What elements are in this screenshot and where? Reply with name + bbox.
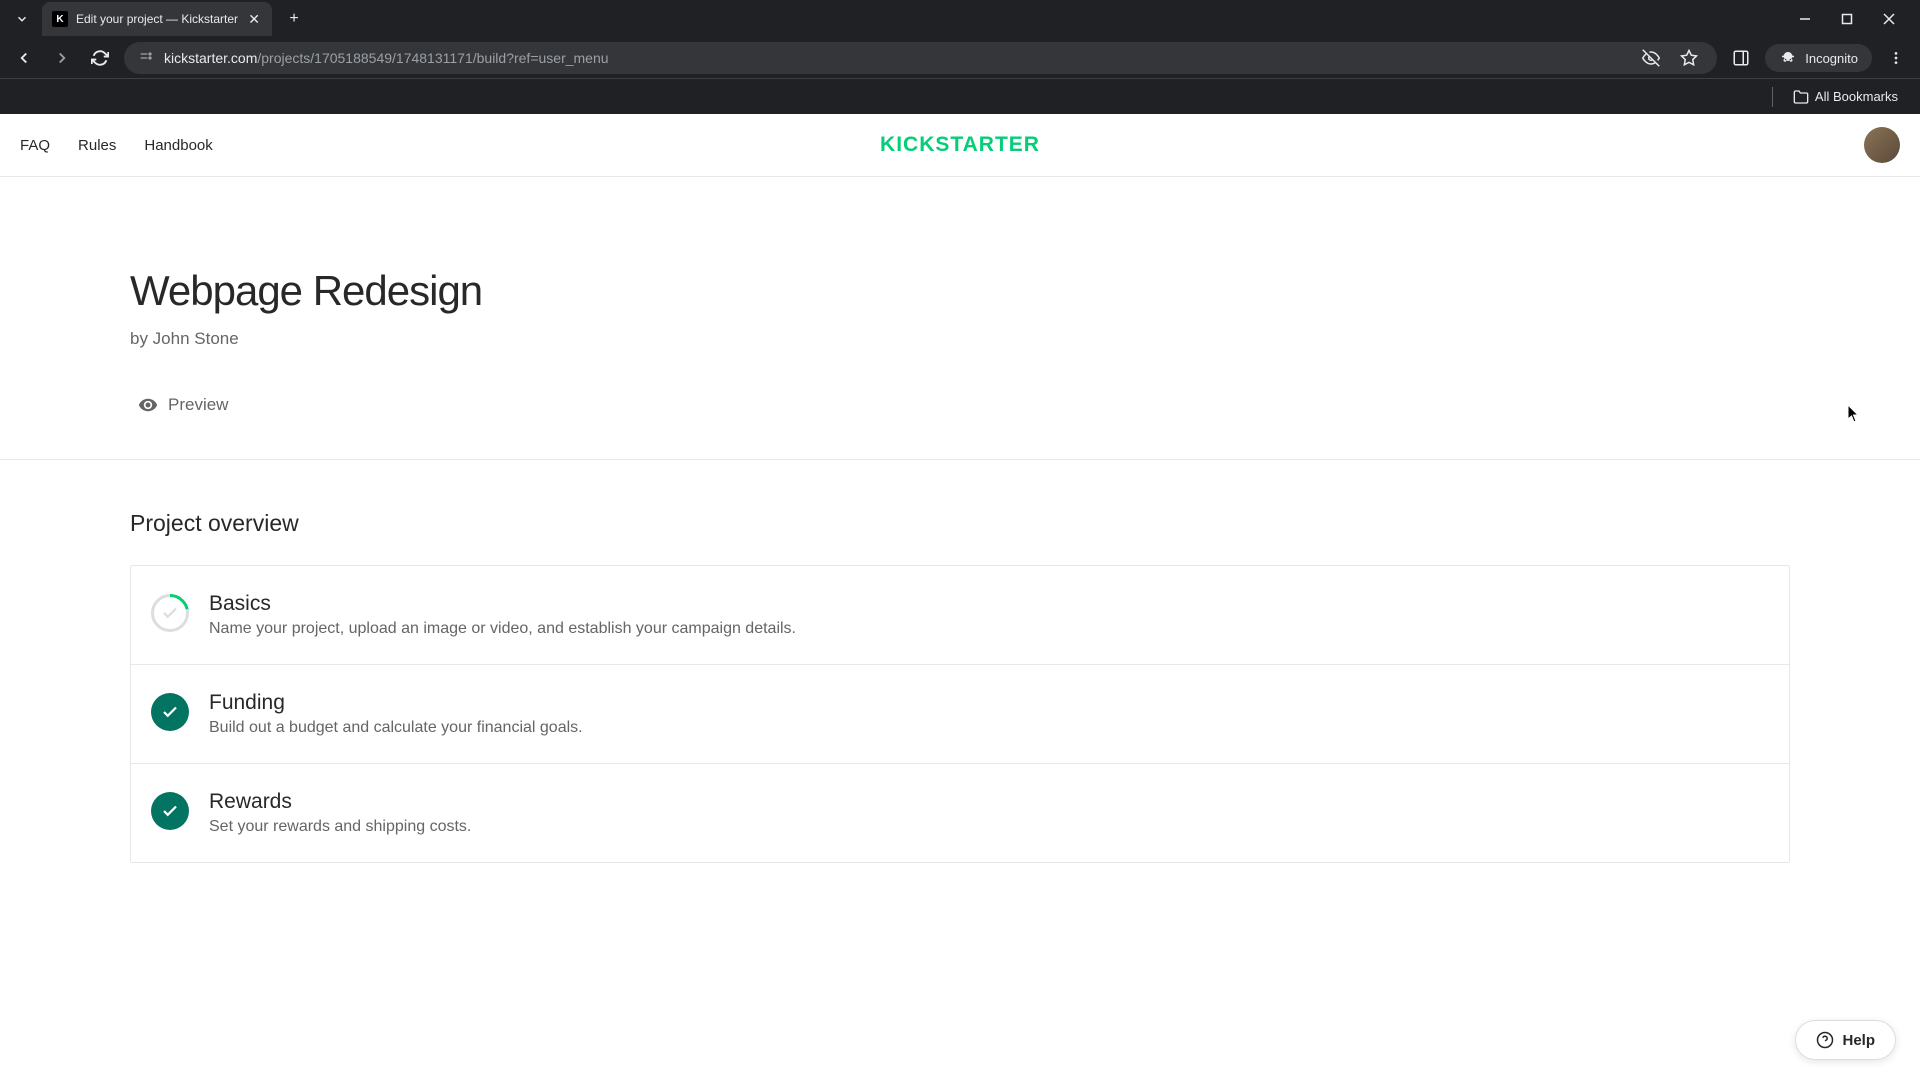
side-panel-icon[interactable] — [1727, 44, 1755, 72]
item-text: Basics Name your project, upload an imag… — [209, 592, 1769, 638]
bookmark-star-icon[interactable] — [1675, 44, 1703, 72]
overview-list: Basics Name your project, upload an imag… — [130, 565, 1790, 863]
overview-section: Project overview Basics Name your projec… — [130, 460, 1790, 863]
divider — [1772, 87, 1773, 107]
item-desc: Build out a budget and calculate your fi… — [209, 719, 1769, 737]
incognito-icon — [1779, 49, 1797, 67]
minimize-button[interactable] — [1790, 4, 1820, 34]
header-nav: FAQ Rules Handbook — [20, 137, 213, 154]
overview-item-funding[interactable]: Funding Build out a budget and calculate… — [131, 665, 1789, 764]
browser-menu-button[interactable] — [1882, 50, 1910, 66]
nav-faq[interactable]: FAQ — [20, 137, 50, 154]
nav-handbook[interactable]: Handbook — [144, 137, 212, 154]
cursor-icon — [1848, 405, 1860, 426]
nav-rules[interactable]: Rules — [78, 137, 116, 154]
back-button[interactable] — [10, 44, 38, 72]
tab-search-dropdown[interactable] — [8, 5, 36, 33]
overview-item-rewards[interactable]: Rewards Set your rewards and shipping co… — [131, 764, 1789, 862]
project-title: Webpage Redesign — [130, 267, 1790, 315]
folder-icon — [1793, 89, 1809, 105]
item-desc: Set your rewards and shipping costs. — [209, 818, 1769, 836]
section-title: Project overview — [130, 510, 1790, 537]
maximize-button[interactable] — [1832, 4, 1862, 34]
forward-button[interactable] — [48, 44, 76, 72]
browser-chrome: K Edit your project — Kickstarter ✕ + ki… — [0, 0, 1920, 114]
status-incomplete-icon — [151, 594, 189, 632]
item-desc: Name your project, upload an image or vi… — [209, 620, 1769, 638]
eye-icon — [138, 395, 158, 415]
eye-off-icon[interactable] — [1637, 44, 1665, 72]
help-label: Help — [1842, 1032, 1875, 1049]
status-complete-icon — [151, 792, 189, 830]
incognito-label: Incognito — [1805, 51, 1858, 66]
status-complete-icon — [151, 693, 189, 731]
url-text: kickstarter.com/projects/1705188549/1748… — [164, 50, 1627, 66]
site-info-icon[interactable] — [138, 50, 154, 66]
favicon-icon: K — [52, 11, 68, 27]
site-header: FAQ Rules Handbook KICKSTARTER — [0, 114, 1920, 177]
preview-row: Preview — [130, 389, 1790, 459]
overview-item-basics[interactable]: Basics Name your project, upload an imag… — [131, 566, 1789, 665]
item-title: Basics — [209, 592, 1769, 616]
preview-button[interactable]: Preview — [130, 389, 236, 421]
project-header: Webpage Redesign by John Stone — [130, 177, 1790, 389]
logo-wrap: KICKSTARTER — [880, 133, 1040, 157]
incognito-badge[interactable]: Incognito — [1765, 44, 1872, 72]
tab-close-button[interactable]: ✕ — [246, 11, 262, 27]
browser-tab[interactable]: K Edit your project — Kickstarter ✕ — [42, 2, 272, 36]
tab-bar: K Edit your project — Kickstarter ✕ + — [0, 0, 1920, 38]
close-window-button[interactable] — [1874, 4, 1904, 34]
item-text: Rewards Set your rewards and shipping co… — [209, 790, 1769, 836]
item-text: Funding Build out a budget and calculate… — [209, 691, 1769, 737]
item-title: Rewards — [209, 790, 1769, 814]
avatar[interactable] — [1864, 127, 1900, 163]
project-byline: by John Stone — [130, 329, 1790, 349]
window-controls — [1790, 4, 1912, 34]
bookmark-bar: All Bookmarks — [0, 78, 1920, 114]
all-bookmarks-button[interactable]: All Bookmarks — [1785, 85, 1906, 109]
item-title: Funding — [209, 691, 1769, 715]
reload-button[interactable] — [86, 44, 114, 72]
url-field[interactable]: kickstarter.com/projects/1705188549/1748… — [124, 42, 1717, 74]
preview-label: Preview — [168, 395, 228, 415]
all-bookmarks-label: All Bookmarks — [1815, 89, 1898, 104]
help-button[interactable]: Help — [1795, 1020, 1896, 1060]
address-bar: kickstarter.com/projects/1705188549/1748… — [0, 38, 1920, 78]
page-content[interactable]: FAQ Rules Handbook KICKSTARTER Webpage R… — [0, 114, 1920, 1080]
new-tab-button[interactable]: + — [280, 5, 308, 33]
kickstarter-logo[interactable]: KICKSTARTER — [880, 133, 1040, 157]
tab-title: Edit your project — Kickstarter — [76, 12, 238, 26]
help-icon — [1816, 1031, 1834, 1049]
